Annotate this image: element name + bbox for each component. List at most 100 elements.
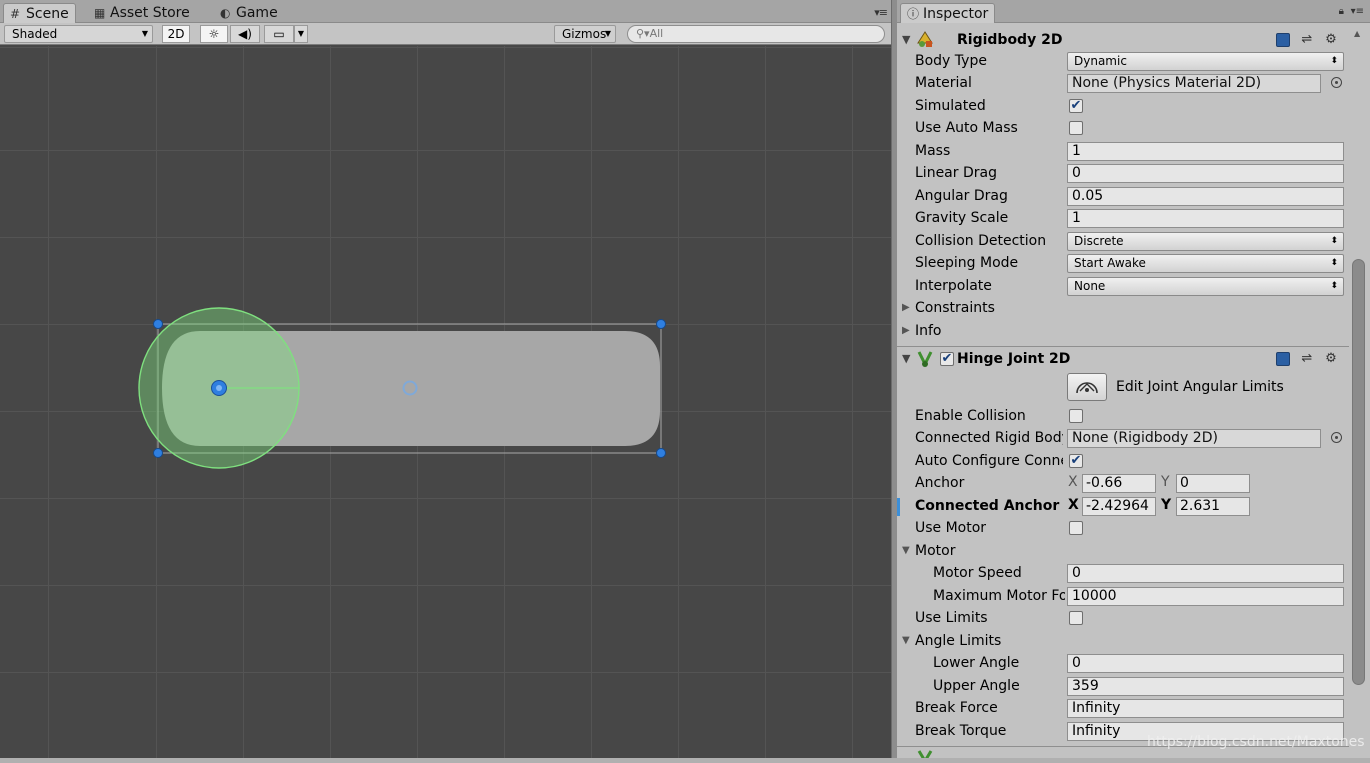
enable-collision-checkbox[interactable] bbox=[1069, 409, 1083, 423]
connected-rigid-body-field[interactable]: None (Rigidbody 2D) bbox=[1067, 429, 1321, 448]
field-label: Break Torque bbox=[915, 723, 1007, 739]
lighting-toggle-button[interactable]: ☼ bbox=[200, 25, 228, 43]
body-type-row: Body Type Dynamic ⬍ bbox=[897, 51, 1349, 73]
scene-canvas[interactable] bbox=[0, 46, 891, 758]
effects-toggle-button[interactable]: ▭ bbox=[264, 25, 294, 43]
next-component-header[interactable] bbox=[897, 750, 1349, 758]
help-book-icon[interactable] bbox=[1273, 32, 1293, 47]
scene-search-input[interactable]: ⚲▾All bbox=[627, 25, 885, 43]
lock-icon[interactable]: 🔒︎ bbox=[1339, 6, 1344, 17]
use-motor-row: Use Motor bbox=[897, 518, 1349, 540]
anchor-row: Anchor X -0.66 Y 0 bbox=[897, 473, 1349, 495]
scene-viewport[interactable] bbox=[0, 46, 891, 758]
rect-handle-top-left[interactable] bbox=[153, 319, 163, 329]
inspector-panel: ⓘ Inspector 🔒︎ ▾≡ ▼ Rigidbody 2D ⇌ ⚙ Body… bbox=[897, 0, 1370, 758]
field-label: Auto Configure Connected Anchor bbox=[915, 453, 1063, 469]
collapse-triangle-icon[interactable]: ▼ bbox=[902, 545, 910, 556]
body-type-dropdown[interactable]: Dynamic ⬍ bbox=[1067, 52, 1344, 71]
inspector-scrollbar[interactable]: ▲ bbox=[1349, 23, 1370, 758]
simulated-checkbox[interactable]: ✔ bbox=[1069, 99, 1083, 113]
speaker-icon: ◀) bbox=[238, 27, 252, 41]
field-label: Lower Angle bbox=[933, 655, 1020, 671]
edit-joint-limits-button[interactable] bbox=[1067, 373, 1107, 401]
mass-field[interactable]: 1 bbox=[1067, 142, 1344, 161]
scroll-up-icon[interactable]: ▲ bbox=[1354, 29, 1360, 38]
collapse-triangle-icon[interactable]: ▼ bbox=[902, 635, 910, 646]
object-picker-icon[interactable] bbox=[1331, 77, 1342, 88]
collision-detection-dropdown[interactable]: Discrete ⬍ bbox=[1067, 232, 1344, 251]
tab-game[interactable]: ◐ Game bbox=[214, 3, 284, 23]
upper-angle-field[interactable]: 359 bbox=[1067, 677, 1344, 696]
hinge-joint-icon bbox=[917, 351, 933, 368]
upper-angle-row: Upper Angle 359 bbox=[897, 676, 1349, 698]
field-label: Enable Collision bbox=[915, 408, 1026, 424]
angular-drag-field[interactable]: 0.05 bbox=[1067, 187, 1344, 206]
gear-icon[interactable]: ⚙ bbox=[1321, 351, 1341, 366]
max-motor-force-field[interactable]: 10000 bbox=[1067, 587, 1344, 606]
scene-tabbar: # Scene ▦ Asset Store ◐ Game ▾≡ bbox=[0, 0, 891, 23]
tab-scene[interactable]: # Scene bbox=[3, 3, 76, 23]
preset-icon[interactable]: ⇌ bbox=[1297, 351, 1317, 366]
use-auto-mass-row: Use Auto Mass bbox=[897, 118, 1349, 140]
updown-arrow-icon: ⬍ bbox=[1330, 258, 1338, 268]
connected-anchor-x-field[interactable]: -2.42964 bbox=[1082, 497, 1156, 516]
gizmos-dropdown[interactable]: Gizmos ▼ bbox=[554, 25, 616, 43]
break-force-row: Break Force Infinity bbox=[897, 698, 1349, 720]
interpolate-dropdown[interactable]: None ⬍ bbox=[1067, 277, 1344, 296]
rect-handle-top-right[interactable] bbox=[656, 319, 666, 329]
dropdown-arrow-icon: ▼ bbox=[141, 29, 148, 38]
anchor-x-field[interactable]: -0.66 bbox=[1082, 474, 1156, 493]
component-divider bbox=[897, 346, 1349, 347]
gear-icon[interactable]: ⚙ bbox=[1321, 32, 1341, 47]
help-book-icon[interactable] bbox=[1273, 351, 1293, 366]
tab-asset-store[interactable]: ▦ Asset Store bbox=[88, 3, 196, 23]
field-label: Upper Angle bbox=[933, 678, 1020, 694]
panel-menu-icon[interactable]: ▾≡ bbox=[1351, 6, 1364, 17]
break-force-field[interactable]: Infinity bbox=[1067, 699, 1344, 718]
rigidbody2d-header[interactable]: ▼ Rigidbody 2D ⇌ ⚙ bbox=[897, 30, 1349, 52]
use-limits-row: Use Limits bbox=[897, 608, 1349, 630]
collapse-triangle-icon[interactable]: ▼ bbox=[902, 352, 910, 365]
linear-drag-field[interactable]: 0 bbox=[1067, 164, 1344, 183]
rect-handle-bottom-left[interactable] bbox=[153, 448, 163, 458]
gravity-scale-row: Gravity Scale 1 bbox=[897, 208, 1349, 230]
audio-toggle-button[interactable]: ◀) bbox=[230, 25, 260, 43]
sleeping-mode-dropdown[interactable]: Start Awake ⬍ bbox=[1067, 254, 1344, 273]
expand-triangle-icon[interactable]: ▶ bbox=[902, 302, 910, 313]
panel-menu-icon[interactable]: ▾≡ bbox=[874, 6, 888, 19]
preset-icon[interactable]: ⇌ bbox=[1297, 32, 1317, 47]
info-foldout[interactable]: ▶ Info bbox=[897, 321, 1349, 343]
field-label: Maximum Motor Force bbox=[933, 588, 1065, 604]
use-auto-mass-checkbox[interactable] bbox=[1069, 121, 1083, 135]
use-limits-checkbox[interactable] bbox=[1069, 611, 1083, 625]
constraints-foldout[interactable]: ▶ Constraints bbox=[897, 298, 1349, 320]
gravity-scale-field[interactable]: 1 bbox=[1067, 209, 1344, 228]
motor-speed-field[interactable]: 0 bbox=[1067, 564, 1344, 583]
object-picker-icon[interactable] bbox=[1331, 432, 1342, 443]
field-label: Anchor bbox=[915, 475, 965, 491]
rect-handle-bottom-right[interactable] bbox=[656, 448, 666, 458]
updown-arrow-icon: ⬍ bbox=[1330, 281, 1338, 291]
x-label: X bbox=[1068, 497, 1079, 513]
connected-anchor-y-field[interactable]: 2.631 bbox=[1176, 497, 1250, 516]
angle-limits-foldout[interactable]: ▼ Angle Limits bbox=[897, 631, 1349, 653]
field-label: Motor Speed bbox=[933, 565, 1022, 581]
scrollbar-thumb[interactable] bbox=[1352, 259, 1365, 685]
hinge-joint-icon bbox=[917, 750, 933, 758]
collapse-triangle-icon[interactable]: ▼ bbox=[902, 33, 910, 46]
material-field[interactable]: None (Physics Material 2D) bbox=[1067, 74, 1321, 93]
anchor-y-field[interactable]: 0 bbox=[1176, 474, 1250, 493]
expand-triangle-icon[interactable]: ▶ bbox=[902, 325, 910, 336]
tab-inspector[interactable]: ⓘ Inspector bbox=[900, 3, 996, 23]
shading-mode-dropdown[interactable]: Shaded ▼ bbox=[4, 25, 153, 43]
hingejoint2d-header[interactable]: ▼ ✔ Hinge Joint 2D ⇌ ⚙ bbox=[897, 349, 1349, 371]
auto-configure-checkbox[interactable]: ✔ bbox=[1069, 454, 1083, 468]
lower-angle-field[interactable]: 0 bbox=[1067, 654, 1344, 673]
connected-rigid-body-row: Connected Rigid Body None (Rigidbody 2D) bbox=[897, 428, 1349, 450]
motor-foldout[interactable]: ▼ Motor bbox=[897, 541, 1349, 563]
2d-toggle-button[interactable]: 2D bbox=[162, 25, 190, 43]
effects-dropdown-button[interactable]: ▼ bbox=[294, 25, 308, 43]
sleeping-mode-row: Sleeping Mode Start Awake ⬍ bbox=[897, 253, 1349, 275]
hinge-enabled-checkbox[interactable]: ✔ bbox=[940, 352, 954, 366]
use-motor-checkbox[interactable] bbox=[1069, 521, 1083, 535]
